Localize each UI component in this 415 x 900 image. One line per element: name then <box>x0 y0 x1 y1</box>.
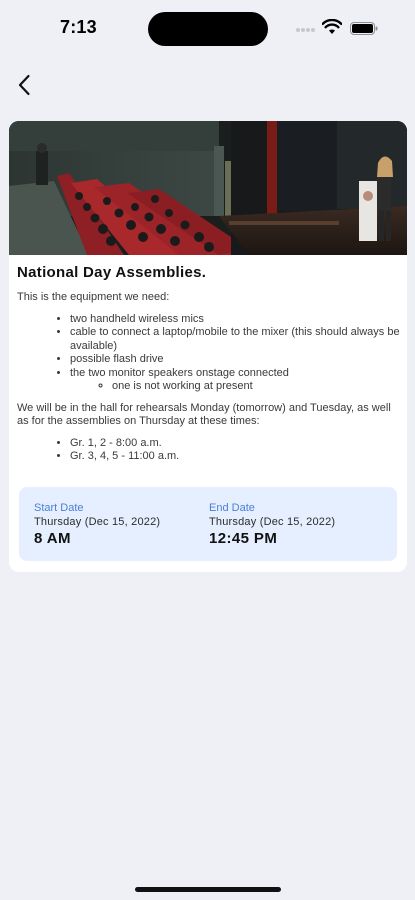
end-date-time: 12:45 PM <box>209 530 278 547</box>
status-bar: 7:13 <box>0 0 415 56</box>
schedule-text: We will be in the hall for rehearsals Mo… <box>17 401 391 428</box>
start-date-section: Start Date Thursday (Dec 15, 2022) 8 AM <box>34 501 160 549</box>
event-image <box>9 121 407 255</box>
end-date-section: End Date Thursday (Dec 15, 2022) 12:45 P… <box>209 501 335 549</box>
list-item: cable to connect a laptop/mobile to the … <box>70 326 401 353</box>
status-time: 7:13 <box>60 17 97 37</box>
end-date-label: End Date <box>209 502 255 514</box>
list-item: possible flash drive <box>70 353 401 367</box>
home-indicator[interactable] <box>135 887 281 892</box>
list-item: Gr. 3, 4, 5 - 11:00 a.m. <box>70 450 401 464</box>
end-date-day: Thursday (Dec 15, 2022) <box>209 516 336 528</box>
event-dates: Start Date Thursday (Dec 15, 2022) 8 AM … <box>19 487 397 561</box>
event-card: National Day Assemblies. This is the equ… <box>9 121 407 572</box>
start-date-day: Thursday (Dec 15, 2022) <box>34 516 161 528</box>
list-item-text: the two monitor speakers onstage connect… <box>70 366 289 379</box>
list-item: the two monitor speakers onstage connect… <box>70 367 401 394</box>
grades-list: Gr. 1, 2 - 8:00 a.m. Gr. 3, 4, 5 - 11:00… <box>17 437 401 464</box>
list-item: Gr. 1, 2 - 8:00 a.m. <box>70 437 401 451</box>
dynamic-island <box>148 12 268 46</box>
cellular-signal-icon <box>296 26 316 34</box>
event-description: This is the equipment we need: two handh… <box>17 291 401 472</box>
start-date-time: 8 AM <box>34 530 71 547</box>
battery-icon <box>350 22 378 35</box>
event-title: National Day Assemblies. <box>17 264 207 281</box>
equipment-sublist: one is not working at present <box>70 380 401 394</box>
list-item: one is not working at present <box>112 380 401 394</box>
list-item: two handheld wireless mics <box>70 313 401 327</box>
equipment-intro: This is the equipment we need: <box>17 291 170 303</box>
wifi-icon <box>322 19 342 34</box>
chevron-left-icon <box>18 74 30 96</box>
start-date-label: Start Date <box>34 502 84 514</box>
back-button[interactable] <box>10 70 38 100</box>
equipment-list: two handheld wireless mics cable to conn… <box>17 313 401 394</box>
